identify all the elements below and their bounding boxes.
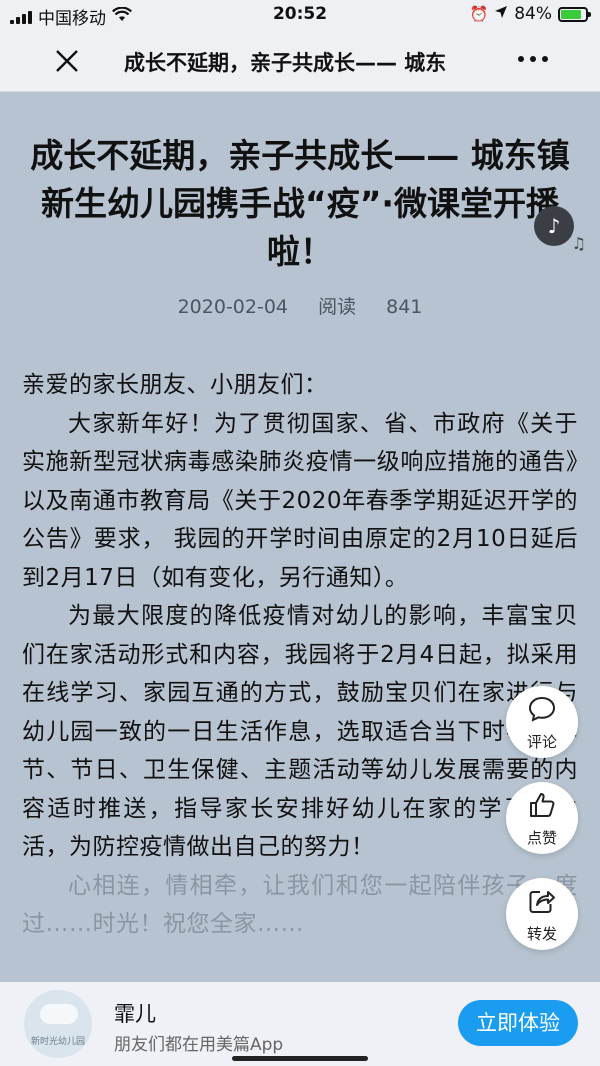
- status-bar: 中国移动 20:52 ⏰ 84%: [0, 0, 600, 30]
- article-title: 成长不延期，亲子共成长—— 城东镇新生幼儿园携手战“疫”·微课堂开播啦！: [30, 136, 570, 271]
- comment-label: 评论: [526, 733, 557, 751]
- battery-icon: [558, 6, 591, 22]
- greeting-paragraph: 亲爱的家长朋友、小朋友们：: [22, 372, 328, 398]
- app-promo-bar[interactable]: 新时光幼儿园 霏儿 朋友们都在用美篇App 立即体验: [0, 982, 600, 1066]
- share-icon: [506, 888, 578, 921]
- body-paragraph: 心相连，情相牵，让我们和您一起陪伴孩子，度过……时光！祝您全家……: [22, 872, 578, 938]
- try-now-button[interactable]: 立即体验: [458, 1000, 578, 1046]
- share-button[interactable]: 转发: [506, 878, 578, 950]
- avatar: 新时光幼儿园: [22, 988, 94, 1060]
- music-disc-icon[interactable]: ♪ ♫: [534, 206, 586, 253]
- nav-bar: 成长不延期，亲子共成长—— 城东: [0, 30, 600, 92]
- nav-title: 成长不延期，亲子共成长—— 城东: [124, 51, 447, 75]
- article-meta: 2020-02-04 阅读 841: [0, 292, 600, 319]
- music-note-icon: ♫: [571, 234, 586, 253]
- article-body: 亲爱的家长朋友、小朋友们： 大家新年好！为了贯彻国家、省、市政府《关于实施新型冠…: [22, 366, 578, 944]
- promo-author-name: 霏儿: [114, 1002, 156, 1026]
- close-icon[interactable]: [52, 46, 82, 76]
- promo-subtitle: 朋友们都在用美篇App: [114, 1035, 284, 1055]
- article: 成长不延期，亲子共成长—— 城东镇新生幼儿园携手战“疫”·微课堂开播啦！ 202…: [0, 92, 600, 982]
- like-button[interactable]: 点赞: [506, 782, 578, 854]
- location-icon: [494, 4, 508, 24]
- publish-date: 2020-02-04: [177, 296, 289, 318]
- more-icon[interactable]: [518, 56, 548, 62]
- share-label: 转发: [526, 925, 557, 943]
- status-right: ⏰ 84%: [469, 4, 591, 24]
- body-paragraph: 大家新年好！为了贯彻国家、省、市政府《关于实施新型冠状病毒感染肺炎疫情一级响应措…: [22, 410, 578, 591]
- body-paragraph: 为最大限度的降低疫情对幼儿的影响，丰富宝贝们在家活动形式和内容，我园将于2月4日…: [22, 603, 578, 860]
- thumbs-up-icon: [506, 792, 578, 825]
- battery-percent: 84%: [514, 4, 552, 24]
- cloud-icon: [40, 1004, 78, 1024]
- read-label: 阅读: [318, 296, 357, 318]
- avatar-caption: 新时光幼儿园: [30, 1037, 85, 1047]
- home-indicator: [232, 1056, 368, 1061]
- comment-button[interactable]: 评论: [506, 686, 578, 758]
- read-count: 阅读 841: [318, 296, 422, 318]
- alarm-icon: ⏰: [469, 5, 489, 23]
- read-number: 841: [386, 296, 423, 318]
- comment-icon: [506, 696, 578, 729]
- like-label: 点赞: [526, 829, 557, 847]
